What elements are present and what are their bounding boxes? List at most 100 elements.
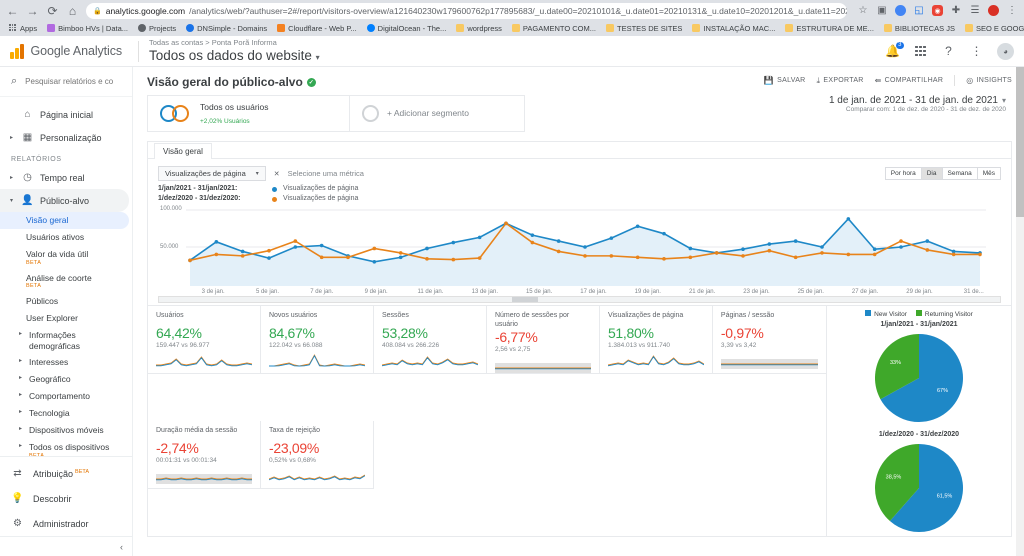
bookmark-item[interactable]: Bimboo HVs | Data... xyxy=(42,23,133,34)
sidebar-item-realtime[interactable]: ▸ ◷ Tempo real xyxy=(0,166,132,189)
sidebar-item-administrador[interactable]: ⚙ Administrador xyxy=(0,511,132,536)
sidebar-item-home[interactable]: ⌂ Página inicial xyxy=(0,103,132,126)
chevron-right-icon[interactable]: ▸ xyxy=(17,442,24,451)
kpi-card[interactable]: Sessões 53,28% 408.084 vs 266.226 xyxy=(373,306,487,375)
chevron-down-icon[interactable]: ▾ xyxy=(316,53,320,62)
sidebar-item-atribuicao[interactable]: ⇄ Atribuição BETA xyxy=(0,461,132,486)
profile-avatar-icon[interactable] xyxy=(988,5,999,16)
bookmark-folder[interactable]: BIBLIOTECAS JS xyxy=(879,23,960,34)
google-analytics-logo[interactable]: Google Analytics xyxy=(10,43,138,59)
insights-button[interactable]: ◎ INSIGHTS xyxy=(966,76,1012,85)
chevron-right-icon[interactable]: ▸ xyxy=(17,408,24,417)
sidebar-item-publicos[interactable]: Públicos xyxy=(0,293,132,310)
sidebar-item-user-explorer[interactable]: User Explorer xyxy=(0,310,132,327)
kpi-card[interactable]: Páginas / sessão -0,97% 3,39 vs 3,42 xyxy=(712,306,826,375)
account-selector[interactable]: Todas as contas > Ponta Porã Informa Tod… xyxy=(149,38,885,65)
reading-list-icon[interactable]: ☰ xyxy=(969,5,981,17)
close-icon[interactable]: ✕ xyxy=(274,170,280,178)
pie-chart-current[interactable]: 67% 33% xyxy=(827,330,1011,426)
sidebar-item-customization[interactable]: ▸ ▦ Personalização xyxy=(0,126,132,149)
kpi-card[interactable]: Taxa de rejeição -23,09% 0,52% vs 0,68% xyxy=(260,421,374,490)
notifications-bell-icon[interactable]: 🔔 3 xyxy=(885,41,904,59)
tab-visao-geral[interactable]: Visão geral xyxy=(154,143,212,159)
add-metric-button[interactable]: Selecione uma métrica xyxy=(288,169,364,178)
sidebar-item-dispositivos-moveis[interactable]: ▸ Dispositivos móveis xyxy=(0,422,132,439)
export-button[interactable]: ⤓ EXPORTAR xyxy=(817,76,864,86)
forward-icon[interactable]: → xyxy=(26,4,39,17)
sidebar-item-valor-vida-util[interactable]: Valor da vida útil BETA xyxy=(0,246,132,270)
bookmark-folder[interactable]: SEO E GOOGLE xyxy=(960,23,1024,34)
camera-icon[interactable]: ▣ xyxy=(876,5,888,17)
chevron-down-icon[interactable]: ▾ xyxy=(8,197,15,204)
chevron-down-icon[interactable]: ▾ xyxy=(256,170,259,177)
chevron-right-icon[interactable]: ▸ xyxy=(17,330,24,339)
sidebar-item-usuarios-ativos[interactable]: Usuários ativos xyxy=(0,229,132,246)
bookmark-apps[interactable]: Apps xyxy=(4,23,42,34)
bookmark-folder[interactable]: TESTES DE SITES xyxy=(601,23,687,34)
chevron-right-icon[interactable]: ▸ xyxy=(17,374,24,383)
reload-icon[interactable]: ⟳ xyxy=(46,4,59,17)
overflow-menu-icon[interactable]: ⋮ xyxy=(969,44,984,59)
extensions-puzzle-icon[interactable]: ✚ xyxy=(950,5,962,17)
granularity-month[interactable]: Mês xyxy=(978,168,1000,179)
avatar[interactable]: ◕ xyxy=(997,42,1014,60)
segment-all-users[interactable]: Todos os usuários +2,02% Usuários xyxy=(147,95,350,132)
extension-red-icon[interactable]: ◉ xyxy=(932,5,943,16)
pie-chart-compare[interactable]: 61,5% 38,5% xyxy=(827,440,1011,536)
sidebar-item-tecnologia[interactable]: ▸ Tecnologia xyxy=(0,405,132,422)
add-segment-button[interactable]: + Adicionar segmento xyxy=(350,95,525,132)
save-button[interactable]: 💾 SALVAR xyxy=(764,76,806,85)
chrome-menu-icon[interactable]: ⋮ xyxy=(1006,5,1018,17)
sidebar-item-todos-dispositivos[interactable]: ▸ Todos os dispositivos BETA xyxy=(0,439,132,456)
metric-select[interactable]: Visualizações de página ▾ xyxy=(158,166,266,181)
kpi-card[interactable]: Novos usuários 84,67% 122.042 vs 66.088 xyxy=(260,306,374,375)
search-input[interactable] xyxy=(25,77,114,86)
apps-grid-icon[interactable] xyxy=(913,44,928,59)
bookmark-item[interactable]: Cloudflare - Web P... xyxy=(272,23,362,34)
address-bar[interactable]: 🔒 analytics.google.com/analytics/web/?au… xyxy=(86,2,847,19)
chevron-right-icon[interactable]: ▸ xyxy=(17,357,24,366)
page-scrollbar-thumb[interactable] xyxy=(1016,67,1024,217)
chevron-right-icon[interactable]: ▸ xyxy=(17,391,24,400)
kpi-card[interactable]: Duração média da sessão -2,74% 00:01:31 … xyxy=(148,421,261,490)
granularity-hourly[interactable]: Por hora xyxy=(886,168,922,179)
sidebar-collapse-button[interactable]: ‹ xyxy=(0,536,132,556)
granularity-day[interactable]: Dia xyxy=(921,168,943,179)
main-line-chart[interactable]: 100.000 50.000 xyxy=(158,206,1001,288)
sidebar-item-analise-coorte[interactable]: Análise de coorte BETA xyxy=(0,270,132,294)
extension-blue-icon[interactable] xyxy=(895,5,906,16)
bookmark-folder[interactable]: PAGAMENTO COM... xyxy=(507,23,601,34)
chevron-right-icon[interactable]: ▸ xyxy=(8,134,15,141)
kpi-card[interactable]: Usuários 64,42% 159.447 vs 96.977 xyxy=(148,306,261,375)
bookmark-star-icon[interactable]: ☆ xyxy=(857,5,869,17)
bookmark-item[interactable]: Projects xyxy=(133,23,181,34)
bookmark-item[interactable]: DigitalOcean - The... xyxy=(362,23,452,34)
sidebar-item-informacoes-demograficas[interactable]: ▸ Informações demográficas xyxy=(0,327,132,354)
kpi-card[interactable]: Número de sessões por usuário -6,77% 2,5… xyxy=(486,306,600,375)
sidebar-item-comportamento[interactable]: ▸ Comportamento xyxy=(0,388,132,405)
sidebar-item-visao-geral[interactable]: Visão geral xyxy=(0,212,129,229)
help-icon[interactable]: ? xyxy=(941,44,956,59)
bookmark-folder[interactable]: wordpress xyxy=(451,23,507,34)
chevron-down-icon[interactable]: ▾ xyxy=(1002,96,1006,105)
granularity-week[interactable]: Semana xyxy=(943,168,978,179)
home-icon[interactable]: ⌂ xyxy=(66,4,79,17)
bookmark-item[interactable]: DNSimple - Domains xyxy=(181,23,272,34)
page-scrollbar[interactable] xyxy=(1016,67,1024,556)
chart-scrollbar-thumb[interactable] xyxy=(512,297,539,303)
share-button[interactable]: ⇚ COMPARTILHAR xyxy=(875,76,944,85)
chevron-right-icon[interactable]: ▸ xyxy=(8,174,15,181)
kpi-card[interactable]: Visualizações de página 51,80% 1.384.013… xyxy=(599,306,713,375)
sidebar-item-geografico[interactable]: ▸ Geográfico xyxy=(0,371,132,388)
extension-person-icon[interactable]: ◱ xyxy=(913,5,925,17)
sidebar-item-audience[interactable]: ▾ 👤 Público-alvo xyxy=(0,189,129,212)
back-icon[interactable]: ← xyxy=(6,4,19,17)
sidebar-item-interesses[interactable]: ▸ Interesses xyxy=(0,354,132,371)
bookmark-folder[interactable]: ESTRUTURA DE ME... xyxy=(780,23,879,34)
sidebar-search[interactable]: ⌕ xyxy=(0,67,132,97)
date-range-selector[interactable]: 1 de jan. de 2021 - 31 de jan. de 2021 ▾ … xyxy=(829,95,1012,132)
bookmark-folder[interactable]: INSTALAÇÃO MAC... xyxy=(687,23,780,34)
chevron-right-icon[interactable]: ▸ xyxy=(17,425,24,434)
sidebar-item-descobrir[interactable]: 💡 Descobrir xyxy=(0,486,132,511)
chart-scrollbar[interactable] xyxy=(158,296,1001,304)
